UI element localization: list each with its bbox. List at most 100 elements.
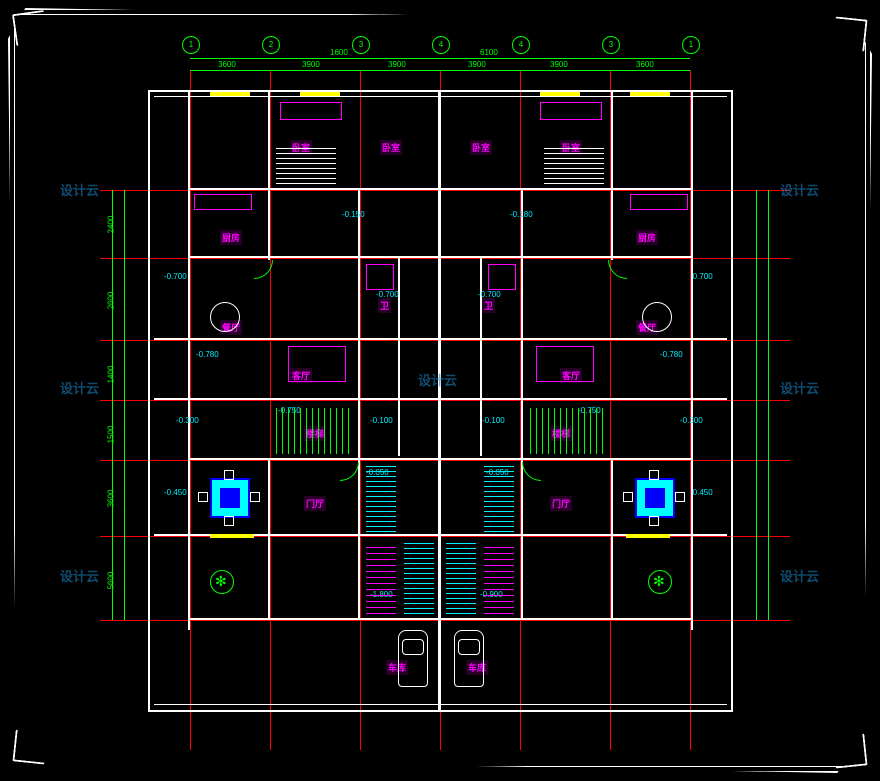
window [630, 92, 670, 96]
watermark-text: 设计云 [418, 370, 457, 389]
chair [675, 492, 685, 502]
stair-run [446, 542, 476, 614]
grid-line-h [100, 400, 790, 401]
grid-line-h [100, 258, 790, 259]
grid-line-v [270, 70, 271, 750]
watermark-text: 设计云 [60, 180, 99, 199]
grid-bubble: 3 [602, 36, 620, 54]
window [300, 92, 340, 96]
dim-line [756, 190, 757, 620]
elevation-label: -0.100 [370, 416, 393, 425]
grid-bubble: 1 [682, 36, 700, 54]
dim-text: 3900 [302, 60, 320, 69]
car-icon [454, 630, 484, 687]
door-swing [340, 462, 359, 481]
bathroom-fixture [366, 264, 394, 290]
sofa [288, 346, 346, 382]
sofa [536, 346, 594, 382]
elevation-label: -0.450 [690, 488, 713, 497]
elevation-label: -0.700 [376, 290, 399, 299]
watermark-text: 设计云 [780, 180, 819, 199]
wall [611, 90, 613, 260]
room-label: 厨房 [220, 230, 242, 245]
dim-line [124, 190, 125, 620]
grid-bubble: 2 [262, 36, 280, 54]
grid-bubble: 4 [512, 36, 530, 54]
elevation-label: -0.300 [176, 416, 199, 425]
outdoor-table [635, 478, 675, 518]
room-label: 门厅 [304, 496, 326, 511]
wall [691, 90, 693, 630]
grid-bubble: 3 [352, 36, 370, 54]
wall [268, 90, 270, 260]
watermark-text: 设计云 [60, 378, 99, 397]
chair [224, 470, 234, 480]
stair-run [484, 542, 514, 614]
wall [611, 458, 613, 618]
watermark-text: 设计云 [780, 378, 819, 397]
elevation-label: -0.100 [482, 416, 505, 425]
dim-line [112, 190, 113, 620]
elevation-label: -0.150 [342, 210, 365, 219]
elevation-label: -0.180 [510, 210, 533, 219]
window [540, 92, 580, 96]
grid-bubble: 1 [182, 36, 200, 54]
grid-line-h [100, 460, 790, 461]
room-label: 厨房 [636, 230, 658, 245]
grid-line-h [100, 190, 790, 191]
elevation-label: -0.700 [690, 272, 713, 281]
wall [188, 618, 693, 620]
chair [224, 516, 234, 526]
elevation-label: -0.450 [164, 488, 187, 497]
wall-party [438, 90, 441, 710]
grid-line-h [100, 620, 790, 621]
tree-icon [648, 570, 672, 594]
dim-text: 1600 [330, 48, 348, 57]
dim-text: 3600 [218, 60, 236, 69]
dim-line [190, 70, 690, 71]
wall [521, 188, 523, 618]
wall [358, 188, 360, 618]
watermark-text: 设计云 [780, 566, 819, 585]
outdoor-table [210, 478, 250, 518]
dim-text: 3900 [388, 60, 406, 69]
wall [188, 188, 693, 190]
dim-text: 1400 [106, 366, 115, 384]
elevation-label: -0.780 [196, 350, 219, 359]
window [210, 92, 250, 96]
dim-text: 2600 [106, 292, 115, 310]
stair [276, 408, 350, 454]
room-label: 卫 [482, 298, 495, 313]
room-label: 卫 [378, 298, 391, 313]
dim-line [768, 190, 769, 620]
chair [649, 516, 659, 526]
cad-canvas[interactable]: 1 2 3 4 4 3 1 3600 3900 3900 3900 3900 3… [40, 30, 840, 751]
dim-text: 5600 [106, 572, 115, 590]
grid-bubble: 4 [432, 36, 450, 54]
chair [623, 492, 633, 502]
grid-line-v [190, 70, 191, 750]
wardrobe [540, 102, 602, 120]
elevation-label: -0.700 [164, 272, 187, 281]
balcony-stair [544, 148, 604, 184]
stair-run [366, 542, 396, 614]
elevation-label: -0.700 [478, 290, 501, 299]
window [210, 534, 254, 538]
wall [154, 338, 727, 340]
chair [198, 492, 208, 502]
dim-text: 6100 [480, 48, 498, 57]
watermark-text: 设计云 [60, 566, 99, 585]
wall [480, 256, 482, 456]
door-swing [522, 462, 541, 481]
dim-text: 3900 [468, 60, 486, 69]
chair [250, 492, 260, 502]
kitchen-counter [630, 194, 688, 210]
dining-table [210, 302, 240, 332]
stair-run [404, 542, 434, 614]
tree-icon [210, 570, 234, 594]
room-label: 门厅 [550, 496, 572, 511]
room-label: 卧室 [380, 140, 402, 155]
kitchen-counter [194, 194, 252, 210]
dim-text: 1500 [106, 426, 115, 444]
car-icon [398, 630, 428, 687]
